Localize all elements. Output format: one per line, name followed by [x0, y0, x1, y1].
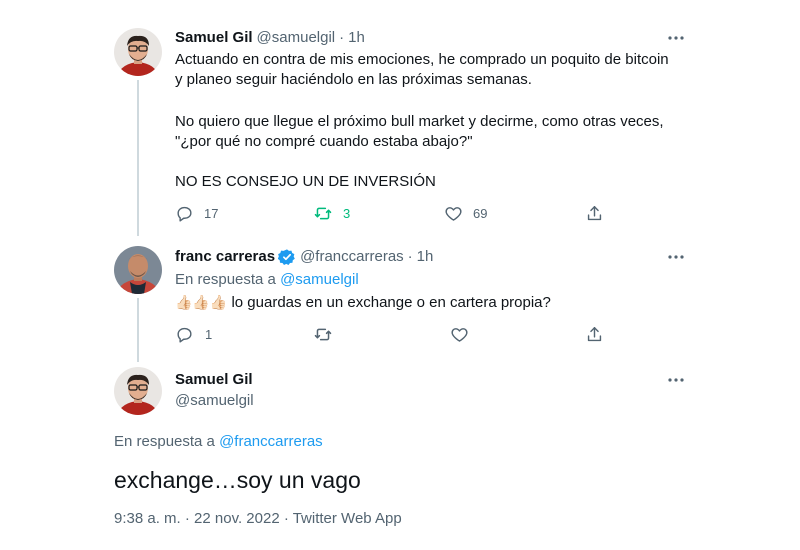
retweet-button[interactable]: 3	[313, 204, 350, 223]
separator-dot: ·	[407, 248, 413, 265]
tweet-text: 👍🏻👍🏻👍🏻 lo guardas en un exchange o en ca…	[175, 292, 551, 313]
like-button[interactable]: 69	[444, 204, 487, 223]
thread-connector	[137, 298, 139, 362]
replying-to-label: En respuesta a	[175, 271, 276, 288]
author-handle[interactable]: @franccarreras	[300, 247, 404, 267]
heart-icon	[451, 328, 468, 342]
share-icon	[587, 206, 602, 221]
tweet-text-content: lo guardas en un exchange o en cartera p…	[231, 294, 551, 311]
like-button[interactable]	[450, 325, 469, 344]
replying-to-link[interactable]: @franccarreras	[219, 433, 323, 450]
share-button[interactable]	[585, 204, 604, 223]
author-handle[interactable]: @samuelgil	[175, 391, 254, 411]
more-options-button[interactable]	[666, 247, 686, 267]
tweet-text-line: "¿por qué no compré cuando estaba abajo?…	[175, 133, 473, 150]
tweet-text-line: Actuando en contra de mis emociones, he …	[175, 51, 669, 68]
reply-icon	[177, 327, 192, 343]
author-name[interactable]: Samuel Gil	[175, 28, 253, 48]
tweet-header: Samuel Gil	[175, 370, 253, 390]
reply-count: 1	[205, 327, 213, 342]
tweet-time[interactable]: 1h	[417, 247, 434, 267]
replying-to-link[interactable]: @samuelgil	[280, 271, 359, 288]
tweet-handle-row: @samuelgil	[175, 391, 254, 411]
reply-count: 17	[204, 206, 219, 221]
like-count: 69	[473, 206, 488, 221]
replying-to: En respuesta a @franccarreras	[114, 432, 323, 452]
share-button[interactable]	[585, 325, 604, 344]
replying-to: En respuesta a @samuelgil	[175, 270, 359, 290]
separator-dot: ·	[339, 29, 345, 46]
author-handle[interactable]: @samuelgil	[257, 28, 336, 48]
tweet-text-line: NO ES CONSEJO UN DE INVERSIÓN	[175, 173, 436, 190]
reply-button[interactable]: 17	[175, 204, 218, 223]
thread-connector	[137, 80, 139, 236]
more-options-button[interactable]	[666, 370, 686, 390]
avatar[interactable]	[114, 28, 162, 76]
thumbs-up-emoji: 👍🏻👍🏻👍🏻	[175, 294, 228, 310]
avatar[interactable]	[114, 246, 162, 294]
replying-to-label: En respuesta a	[114, 433, 215, 450]
avatar[interactable]	[114, 367, 162, 415]
tweet-text-line: y planeo seguir haciéndolo en las próxim…	[175, 71, 532, 88]
reply-button[interactable]: 1	[175, 325, 212, 344]
share-icon	[587, 327, 602, 342]
tweet-header: Samuel Gil @samuelgil · 1h	[175, 28, 365, 48]
tweet-text-line: No quiero que llegue el próximo bull mar…	[175, 113, 664, 130]
retweet-icon	[314, 207, 332, 220]
retweet-count: 3	[343, 206, 351, 221]
tweet-text: exchange…soy un vago	[114, 467, 361, 493]
author-name[interactable]: franc carreras	[175, 247, 275, 267]
retweet-button[interactable]	[313, 325, 333, 344]
retweet-icon	[314, 328, 332, 341]
author-name[interactable]: Samuel Gil	[175, 370, 253, 390]
reply-icon	[177, 206, 192, 222]
more-icon	[668, 36, 684, 40]
tweet-meta: 9:38 a. m. · 22 nov. 2022 · Twitter Web …	[114, 510, 402, 527]
tweet-time[interactable]: 1h	[348, 28, 365, 48]
verified-badge-icon	[278, 248, 296, 266]
more-icon	[668, 378, 684, 382]
heart-icon	[445, 207, 462, 221]
more-icon	[668, 255, 684, 259]
tweet-header: franc carreras @franccarreras · 1h	[175, 247, 433, 267]
more-options-button[interactable]	[666, 28, 686, 48]
